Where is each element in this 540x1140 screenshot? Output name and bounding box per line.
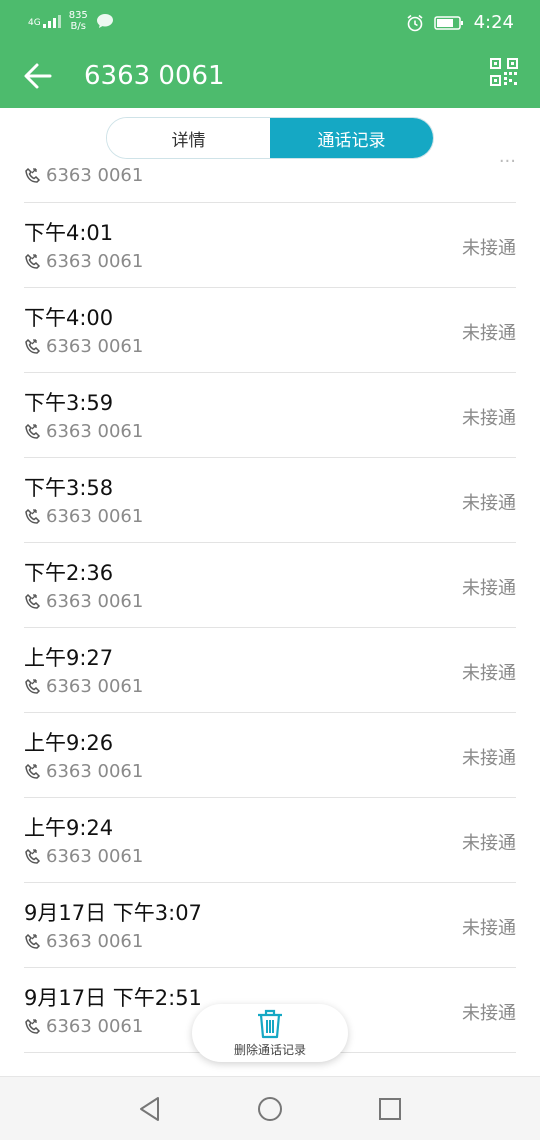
list-item[interactable]: 下午3:59 6363 0061 未接通	[24, 373, 516, 458]
call-status: 未接通	[462, 238, 516, 259]
call-status: 未接通	[462, 578, 516, 599]
call-status: 未接通	[462, 408, 516, 429]
status-bar: 4G 835 B/s 4:24	[0, 0, 540, 46]
number-line: 6363 0061	[24, 846, 143, 867]
alarm-icon	[407, 14, 423, 31]
phone-icon	[25, 423, 41, 439]
phone-icon	[25, 593, 41, 609]
number-line: 6363 0061	[24, 336, 143, 357]
call-status: 未接通	[462, 493, 516, 514]
call-status: 未接通	[462, 748, 516, 769]
delete-call-history-button[interactable]: 删除通话记录	[192, 1004, 348, 1062]
message-icon	[96, 14, 113, 28]
number-line: 6363 0061	[24, 506, 143, 527]
system-nav-bar	[0, 1076, 540, 1140]
phone-number: 6363 0061	[46, 251, 144, 272]
list-item[interactable]: ··· 6363 0061	[24, 159, 516, 203]
page-title: 6363 0061	[84, 61, 225, 91]
list-item[interactable]: 上午9:27 6363 0061 未接通	[24, 628, 516, 713]
speed-unit: B/s	[70, 21, 86, 32]
number-line: 6363 0061	[24, 251, 143, 272]
call-status: 未接通	[462, 663, 516, 684]
phone-icon	[25, 508, 41, 524]
call-status: 未接通	[462, 918, 516, 939]
phone-number: 6363 0061	[46, 846, 144, 867]
phone-number: 6363 0061	[46, 931, 144, 952]
phone-icon	[25, 253, 41, 269]
phone-number: 6363 0061	[46, 165, 144, 186]
network-speed: 835 B/s	[69, 10, 88, 32]
call-time: 下午3:58	[24, 476, 114, 500]
call-time: 9月17日 下午3:07	[24, 901, 202, 925]
battery-icon	[433, 15, 463, 30]
phone-icon	[25, 933, 41, 949]
phone-number: 6363 0061	[46, 1016, 144, 1037]
list-item[interactable]: 下午3:58 6363 0061 未接通	[24, 458, 516, 543]
call-time: 下午4:00	[24, 306, 114, 330]
phone-number: 6363 0061	[46, 676, 144, 697]
home-circle-icon[interactable]	[256, 1095, 284, 1123]
call-status: ···	[498, 159, 516, 172]
qr-code-icon[interactable]	[490, 58, 518, 86]
list-item[interactable]: 下午2:36 6363 0061 未接通	[24, 543, 516, 628]
number-line: 6363 0061	[24, 761, 143, 782]
app-bar: 6363 0061	[0, 46, 540, 108]
list-item[interactable]: 上午9:24 6363 0061 未接通	[24, 798, 516, 883]
signal-indicator: 4G	[28, 14, 61, 28]
call-status: 未接通	[462, 323, 516, 344]
network-type: 4G	[28, 18, 41, 28]
back-triangle-icon[interactable]	[136, 1095, 164, 1123]
phone-icon	[25, 678, 41, 694]
status-left: 4G 835 B/s	[28, 10, 114, 32]
phone-number: 6363 0061	[46, 761, 144, 782]
list-item[interactable]: 上午9:26 6363 0061 未接通	[24, 713, 516, 798]
phone-number: 6363 0061	[46, 506, 144, 527]
call-time: 上午9:26	[24, 731, 114, 755]
call-time: 上午9:27	[24, 646, 114, 670]
call-history-list: ··· 6363 0061 下午4:01 6363 0061 未接通 下午4:0…	[24, 159, 516, 1074]
list-item[interactable]: 下午4:01 6363 0061 未接通	[24, 203, 516, 288]
number-line: 6363 0061	[24, 421, 143, 442]
screen: 4G 835 B/s 4:24 6363 0061 详情 通话记录 ··· 63…	[0, 0, 540, 1140]
number-line: 6363 0061	[24, 1016, 143, 1037]
clock: 4:24	[473, 12, 514, 33]
call-time: 下午4:01	[24, 221, 114, 245]
trash-icon	[258, 1009, 282, 1038]
back-arrow-icon[interactable]	[20, 58, 56, 94]
call-time: 上午9:24	[24, 816, 114, 840]
tab-details[interactable]: 详情	[107, 118, 270, 158]
phone-icon	[25, 763, 41, 779]
phone-icon	[25, 338, 41, 354]
number-line: 6363 0061	[24, 591, 143, 612]
list-item[interactable]: 下午4:00 6363 0061 未接通	[24, 288, 516, 373]
phone-icon	[25, 167, 41, 183]
call-status: 未接通	[462, 833, 516, 854]
number-line: 6363 0061	[24, 676, 143, 697]
delete-button-label: 删除通话记录	[233, 1042, 306, 1057]
phone-icon	[25, 848, 41, 864]
tab-switcher: 详情 通话记录	[106, 117, 434, 159]
phone-number: 6363 0061	[46, 336, 144, 357]
phone-icon	[25, 1018, 41, 1034]
speed-value: 835	[68, 10, 88, 21]
signal-icon	[42, 15, 61, 28]
call-time: 9月17日 下午2:51	[24, 986, 202, 1010]
number-line: 6363 0061	[24, 165, 143, 186]
phone-number: 6363 0061	[46, 421, 144, 442]
number-line: 6363 0061	[24, 931, 143, 952]
call-status: 未接通	[462, 1003, 516, 1024]
recents-square-icon[interactable]	[376, 1095, 404, 1123]
call-time: 下午3:59	[24, 391, 114, 415]
tab-call-history[interactable]: 通话记录	[270, 118, 433, 158]
status-right: 4:24	[406, 12, 514, 33]
list-item[interactable]: 9月17日 下午3:07 6363 0061 未接通	[24, 883, 516, 968]
call-time: 下午2:36	[24, 561, 114, 585]
phone-number: 6363 0061	[46, 591, 144, 612]
